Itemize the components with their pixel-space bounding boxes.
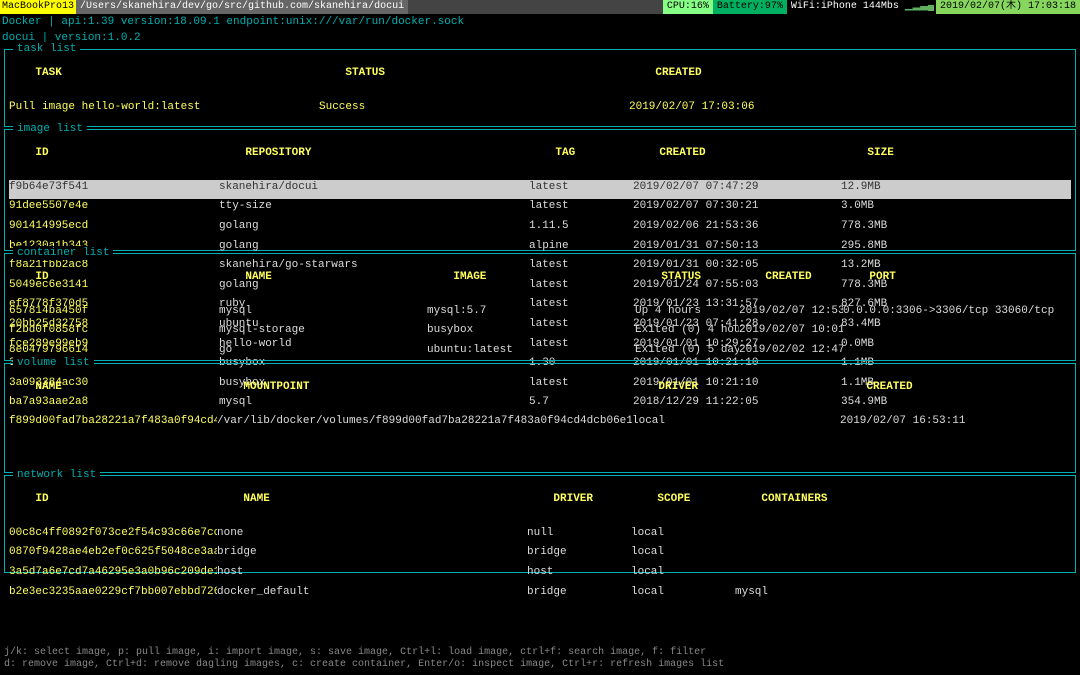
- volume-list-panel[interactable]: volume list NAMEMOUNTPOINTDRIVERCREATED …: [4, 363, 1076, 473]
- task-header: TASKSTATUSCREATED: [9, 52, 1071, 100]
- panel-title: volume list: [13, 356, 94, 370]
- container-list-panel[interactable]: container list IDNAMEIMAGESTATUSCREATEDP…: [4, 253, 1076, 361]
- panel-title: image list: [13, 122, 87, 136]
- cwd-path: /Users/skanehira/dev/go/src/github.com/s…: [76, 0, 408, 14]
- signal-bars-icon: ▁▂▃▄: [903, 0, 936, 14]
- panel-title: network list: [13, 468, 100, 482]
- panel-title: container list: [13, 246, 113, 260]
- volume-header: NAMEMOUNTPOINTDRIVERCREATED: [9, 366, 1071, 414]
- image-row[interactable]: 901414995ecdgolang1.11.52019/02/06 21:53…: [9, 219, 1071, 239]
- wifi-indicator: WiFi:iPhone 144Mbs: [787, 0, 903, 14]
- image-row[interactable]: 91dee5507e4etty-sizelatest2019/02/07 07:…: [9, 199, 1071, 219]
- battery-indicator: Battery:97%: [713, 0, 787, 14]
- cpu-indicator: CPU:16%: [663, 0, 713, 14]
- container-row[interactable]: 657814ba450fmysqlmysql:5.7Up 4 hours2019…: [9, 304, 1071, 324]
- datetime: 2019/02/07(木) 17:03:18: [936, 0, 1080, 14]
- network-row[interactable]: 3a5d7a6e7cd7a46295e3a0b96c209de1c76e7f81…: [9, 565, 1071, 585]
- hostname: MacBookPro13: [0, 0, 76, 14]
- image-header: IDREPOSITORYTAGCREATEDSIZE: [9, 132, 1071, 180]
- network-row[interactable]: b2e3ec3235aae0229cf7bb007ebbd7268b47af77…: [9, 585, 1071, 605]
- task-row[interactable]: Pull image hello-world:latestSuccess2019…: [9, 100, 1071, 120]
- panel-title: task list: [13, 42, 80, 56]
- container-row[interactable]: 8e0479796614goubuntu:latestExited (0) 5 …: [9, 343, 1071, 363]
- docui-info-line: docui | version:1.0.2: [0, 30, 1080, 46]
- image-row[interactable]: f9b64e73f541skanehira/docuilatest2019/02…: [9, 180, 1071, 200]
- task-list-panel[interactable]: task list TASKSTATUSCREATED Pull image h…: [4, 49, 1076, 127]
- network-row[interactable]: 0870f9428ae4eb2ef0c625f5048ce3aae4804a73…: [9, 545, 1071, 565]
- keybind-help: j/k: select image, p: pull image, i: imp…: [4, 647, 724, 671]
- status-bar: MacBookPro13 /Users/skanehira/dev/go/src…: [0, 0, 1080, 14]
- network-row[interactable]: 00c8c4ff0892f073ce2f54c93c66e7cc47f8a76d…: [9, 526, 1071, 546]
- help-line-1: j/k: select image, p: pull image, i: imp…: [4, 647, 724, 659]
- network-header: IDNAMEDRIVERSCOPECONTAINERS: [9, 478, 1071, 526]
- container-header: IDNAMEIMAGESTATUSCREATEDPORT: [9, 256, 1071, 304]
- network-list-panel[interactable]: network list IDNAMEDRIVERSCOPECONTAINERS…: [4, 475, 1076, 573]
- docker-info-line: Docker | api:1.39 version:18.09.1 endpoi…: [0, 14, 1080, 30]
- container-row[interactable]: f2bd0f0858fcmysql-storagebusyboxExited (…: [9, 323, 1071, 343]
- volume-row[interactable]: f899d00fad7ba28221a7f483a0f94cd4dcb06e1a…: [9, 414, 1071, 434]
- image-list-panel[interactable]: image list IDREPOSITORYTAGCREATEDSIZE f9…: [4, 129, 1076, 251]
- help-line-2: d: remove image, Ctrl+d: remove dagling …: [4, 659, 724, 671]
